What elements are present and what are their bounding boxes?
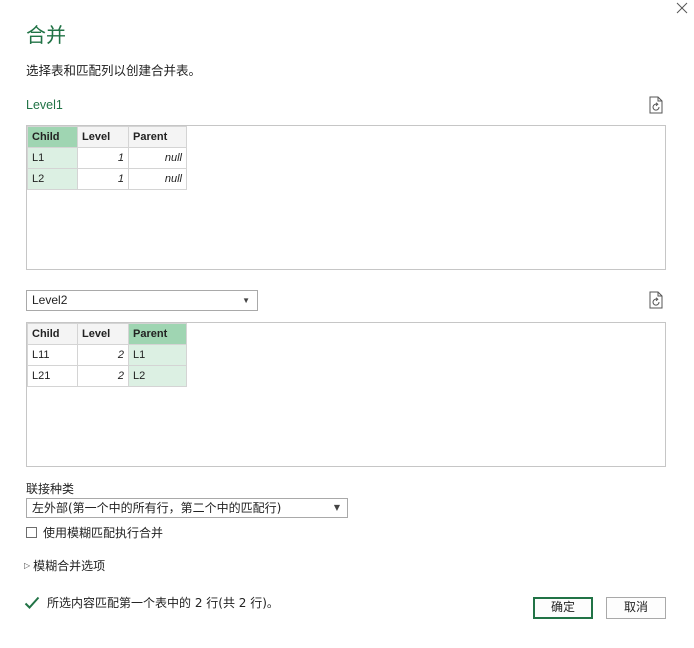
table-header-row: Child Level Parent	[27, 323, 187, 345]
table-row: L21 2 L2	[27, 365, 187, 387]
second-table-select-value: Level2	[32, 293, 68, 307]
table-cell: 1	[77, 168, 129, 190]
column-header-level[interactable]: Level	[77, 323, 129, 345]
table-row: L1 1 null	[27, 147, 187, 169]
join-kind-value: 左外部(第一个中的所有行，第二个中的匹配行)	[32, 501, 282, 515]
match-status: 所选内容匹配第一个表中的 2 行(共 2 行)。	[24, 594, 279, 611]
fuzzy-match-label: 使用模糊匹配执行合并	[43, 525, 164, 540]
column-header-parent[interactable]: Parent	[128, 323, 187, 345]
refresh-preview-button-1[interactable]	[648, 96, 664, 114]
fuzzy-options-label: 模糊合并选项	[33, 559, 106, 573]
checkmark-icon	[24, 596, 40, 609]
table-cell: L11	[27, 344, 78, 366]
refresh-preview-button-2[interactable]	[648, 291, 664, 309]
table-row: L11 2 L1	[27, 344, 187, 366]
ok-button[interactable]: 确定	[533, 597, 593, 619]
dialog-subtitle: 选择表和匹配列以创建合并表。	[26, 63, 202, 78]
chevron-down-icon: ▼	[333, 503, 340, 512]
table-cell: L21	[27, 365, 78, 387]
table-header-row: Child Level Parent	[27, 126, 187, 148]
refresh-document-icon	[649, 291, 663, 309]
fuzzy-match-checkbox-row[interactable]: 使用模糊匹配执行合并	[26, 524, 163, 540]
first-table-name: Level1	[26, 98, 63, 112]
refresh-document-icon	[649, 96, 663, 114]
expand-triangle-icon: ▷	[24, 561, 31, 570]
close-button[interactable]	[674, 0, 690, 16]
join-kind-select[interactable]: 左外部(第一个中的所有行，第二个中的匹配行) ▼	[26, 498, 348, 518]
second-table-select[interactable]: Level2 ▼	[26, 290, 258, 311]
second-table-preview: Child Level Parent L11 2 L1 L21 2 L2	[26, 322, 666, 467]
table-cell: 1	[77, 147, 129, 169]
table-cell: null	[128, 147, 187, 169]
dialog-title: 合并	[26, 23, 66, 47]
join-kind-label: 联接种类	[26, 482, 75, 496]
table-cell: null	[128, 168, 187, 190]
column-header-child[interactable]: Child	[27, 323, 78, 345]
first-table-preview: Child Level Parent L1 1 null L2 1 null	[26, 125, 666, 270]
table-cell: L1	[128, 344, 187, 366]
table-cell: L1	[27, 147, 78, 169]
table-cell: 2	[77, 344, 129, 366]
cancel-button[interactable]: 取消	[606, 597, 666, 619]
table-cell: 2	[77, 365, 129, 387]
first-table-grid: Child Level Parent L1 1 null L2 1 null	[27, 126, 187, 190]
table-cell: L2	[27, 168, 78, 190]
table-cell: L2	[128, 365, 187, 387]
column-header-parent[interactable]: Parent	[128, 126, 187, 148]
table-row: L2 1 null	[27, 168, 187, 190]
column-header-child[interactable]: Child	[27, 126, 78, 148]
close-icon	[676, 2, 688, 14]
fuzzy-match-checkbox[interactable]	[26, 526, 37, 538]
second-table-grid: Child Level Parent L11 2 L1 L21 2 L2	[27, 323, 187, 387]
match-status-text: 所选内容匹配第一个表中的 2 行(共 2 行)。	[47, 596, 279, 610]
chevron-down-icon: ▼	[242, 296, 250, 305]
fuzzy-options-toggle[interactable]: ▷ 模糊合并选项	[24, 557, 105, 574]
column-header-level[interactable]: Level	[77, 126, 129, 148]
